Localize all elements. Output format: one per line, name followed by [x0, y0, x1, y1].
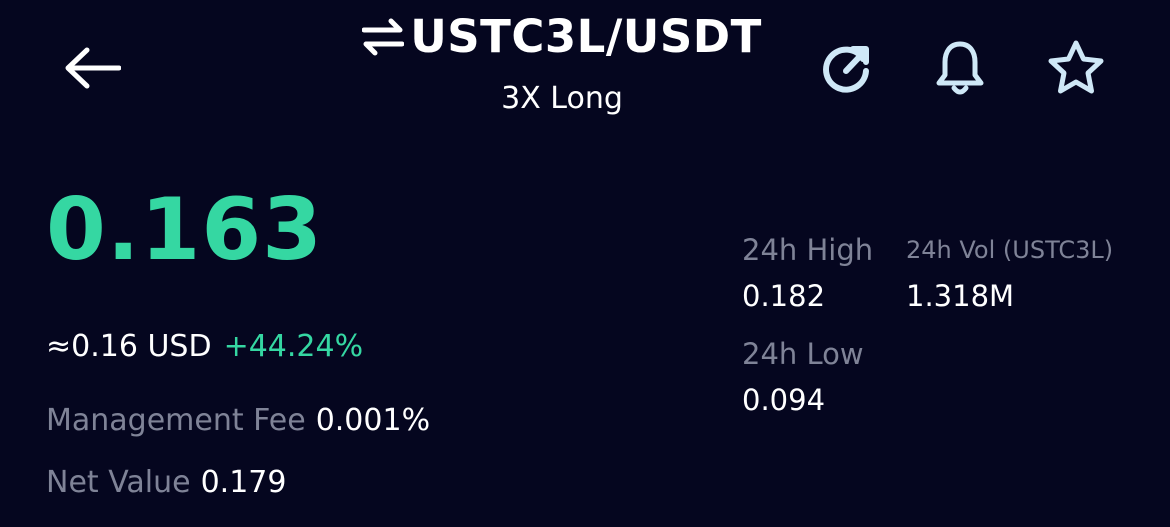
favorite-button[interactable]: [1044, 36, 1108, 100]
stat-24h-high-value: 0.182: [742, 279, 826, 313]
net-value-label: Net Value: [46, 465, 191, 500]
pair-title-block: USTC3L/USDT 3X Long: [340, 6, 784, 120]
stat-24h-high: 24h High 0.182: [742, 230, 873, 316]
net-value-value: 0.179: [200, 465, 287, 500]
stat-24h-high-label: 24h High: [742, 233, 874, 267]
market-header-screen: USTC3L/USDT 3X Long 0.163 ≈0.16 USD +44.2…: [0, 0, 1170, 527]
price-change-percent: +44.24%: [223, 329, 364, 364]
refresh-button[interactable]: [815, 36, 879, 100]
bell-icon: [936, 41, 984, 95]
stat-24h-low-label: 24h Low: [742, 337, 864, 371]
stat-24h-low-value: 0.094: [742, 383, 826, 417]
management-fee-label: Management Fee: [46, 403, 306, 438]
stat-24h-low: 24h Low 0.094: [742, 334, 864, 420]
usd-equivalent-row: ≈0.16 USD +44.24%: [46, 326, 363, 368]
last-price: 0.163: [46, 180, 324, 280]
stat-24h-volume: 24h Vol (USTC3L) 1.318M: [906, 230, 1113, 316]
management-fee-row: Management Fee 0.001%: [46, 400, 430, 442]
pair-selector[interactable]: USTC3L/USDT: [340, 6, 784, 68]
stat-24h-volume-value: 1.318M: [906, 279, 1015, 313]
usd-equivalent: ≈0.16 USD: [46, 329, 212, 364]
refresh-icon: [823, 46, 869, 93]
management-fee-value: 0.001%: [315, 403, 431, 438]
net-value-row: Net Value 0.179: [46, 462, 286, 504]
pair-subtitle: 3X Long: [501, 81, 623, 116]
swap-icon: [362, 17, 405, 57]
stat-24h-volume-label: 24h Vol (USTC3L): [906, 236, 1114, 264]
star-icon: [1048, 40, 1104, 94]
back-button[interactable]: [60, 40, 124, 96]
price-alert-button[interactable]: [928, 36, 992, 100]
back-arrow-icon: [65, 47, 121, 89]
pair-name: USTC3L/USDT: [410, 10, 762, 63]
